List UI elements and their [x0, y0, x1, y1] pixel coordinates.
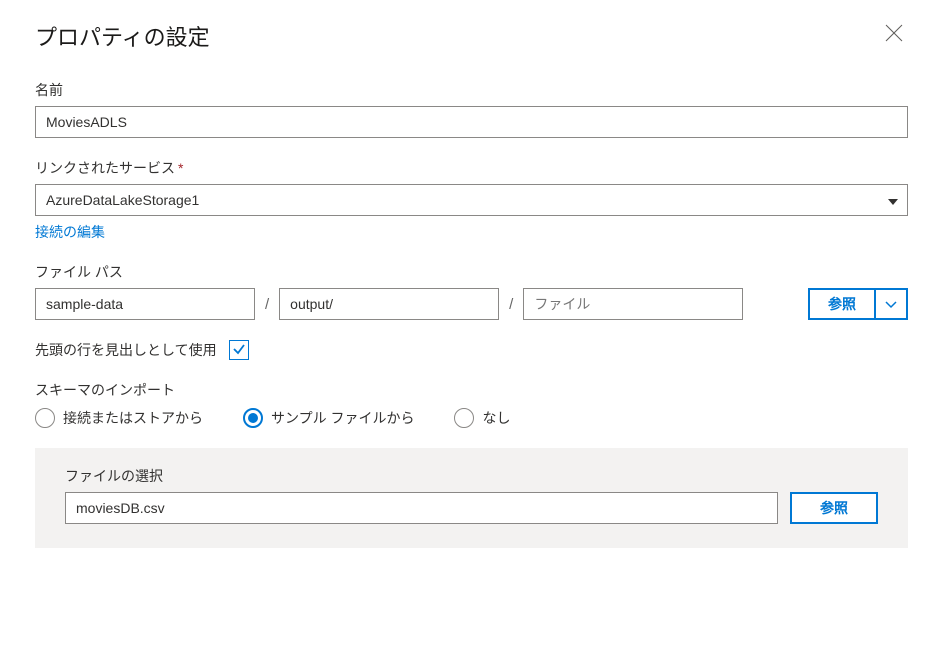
- file-select-panel: ファイルの選択 参照: [35, 448, 908, 548]
- radio-label: サンプル ファイルから: [271, 408, 414, 428]
- path-separator: /: [263, 296, 271, 313]
- radio-label: なし: [482, 408, 510, 428]
- checkmark-icon: [232, 342, 246, 359]
- file-select-label: ファイルの選択: [65, 466, 878, 486]
- file-path-label: ファイル パス: [35, 262, 908, 282]
- close-button[interactable]: [880, 20, 908, 48]
- path-separator: /: [507, 296, 515, 313]
- chevron-down-icon: [885, 297, 897, 312]
- name-label: 名前: [35, 80, 908, 100]
- edit-connection-link[interactable]: 接続の編集: [35, 222, 105, 242]
- linked-service-label: リンクされたサービス*: [35, 158, 908, 178]
- schema-import-label: スキーマのインポート: [35, 380, 908, 400]
- name-input[interactable]: [35, 106, 908, 138]
- page-title: プロパティの設定: [35, 20, 210, 52]
- radio-icon: [35, 408, 55, 428]
- close-icon: [885, 24, 903, 45]
- browse-dropdown-button[interactable]: [876, 288, 908, 320]
- file-select-input[interactable]: [65, 492, 778, 524]
- file-path-directory-input[interactable]: [279, 288, 499, 320]
- browse-button[interactable]: 参照: [808, 288, 876, 320]
- radio-label: 接続またはストアから: [63, 408, 203, 428]
- radio-from-sample[interactable]: サンプル ファイルから: [243, 408, 414, 428]
- first-row-header-label: 先頭の行を見出しとして使用: [35, 340, 217, 360]
- radio-icon: [243, 408, 263, 428]
- radio-icon: [454, 408, 474, 428]
- required-asterisk: *: [178, 160, 183, 176]
- radio-from-connection[interactable]: 接続またはストアから: [35, 408, 203, 428]
- first-row-header-checkbox[interactable]: [229, 340, 249, 360]
- radio-none[interactable]: なし: [454, 408, 510, 428]
- file-select-browse-button[interactable]: 参照: [790, 492, 878, 524]
- linked-service-select[interactable]: AzureDataLakeStorage1: [35, 184, 908, 216]
- file-path-container-input[interactable]: [35, 288, 255, 320]
- file-path-file-input[interactable]: [523, 288, 743, 320]
